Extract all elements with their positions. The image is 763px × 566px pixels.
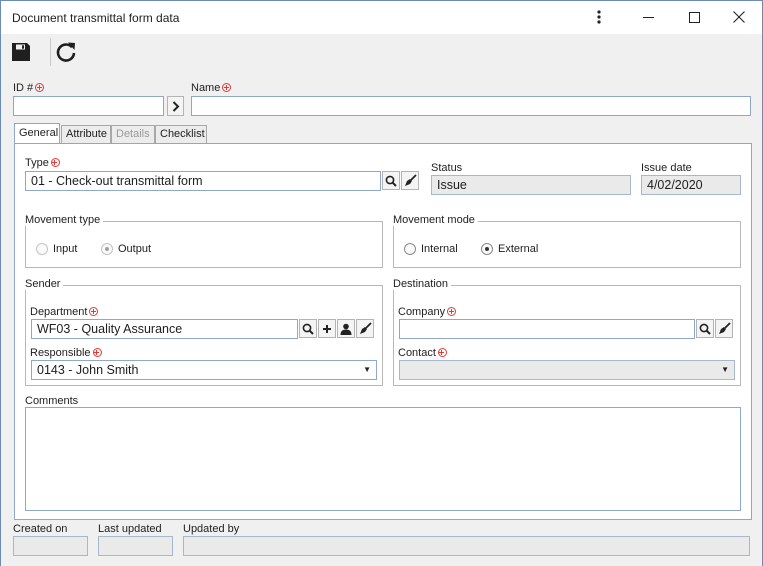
maximize-button[interactable] <box>671 1 717 33</box>
movement-type-group: Movement type Input Output <box>25 214 383 268</box>
id-input[interactable] <box>13 96 164 116</box>
required-icon <box>89 307 99 316</box>
comments-label: Comments <box>25 395 79 407</box>
tab-attribute[interactable]: Attribute <box>61 125 111 143</box>
broom-icon <box>718 322 731 334</box>
title-bar: Document transmittal form data <box>1 1 762 34</box>
required-icon <box>92 348 102 357</box>
general-tab-panel: Type 01 - Check-out transmittal form Sta… <box>14 143 752 520</box>
destination-title: Destination <box>393 278 452 290</box>
updated-by-label: Updated by <box>183 523 240 535</box>
search-icon <box>385 175 397 187</box>
contact-select[interactable] <box>399 360 735 380</box>
company-input[interactable] <box>399 319 695 339</box>
movement-mode-title: Movement mode <box>393 214 478 226</box>
sender-group: Sender Department WF03 - Quality Assuran… <box>25 278 383 386</box>
name-label: Name <box>191 82 232 94</box>
department-user-button[interactable] <box>337 319 355 338</box>
toolbar-separator <box>50 38 51 66</box>
tab-checklist[interactable]: Checklist <box>155 125 207 143</box>
movement-type-output-label: Output <box>118 243 152 255</box>
search-icon <box>699 323 711 335</box>
refresh-icon <box>56 42 76 62</box>
comments-textarea[interactable] <box>25 407 741 511</box>
more-vertical-icon <box>597 10 601 24</box>
name-input[interactable] <box>191 96 751 116</box>
department-clear-button[interactable] <box>356 319 374 338</box>
tab-general[interactable]: General <box>14 123 60 143</box>
window-title: Document transmittal form data <box>12 11 180 25</box>
more-options-button[interactable] <box>576 1 622 33</box>
department-search-button[interactable] <box>299 319 317 338</box>
status-field: Issue <box>431 175 631 195</box>
responsible-label: Responsible <box>30 347 102 359</box>
maximize-icon <box>688 11 700 23</box>
responsible-select[interactable]: 0143 - John Smith <box>31 360 377 380</box>
required-icon <box>447 307 457 316</box>
plus-icon <box>323 324 331 333</box>
updated-by-field <box>183 536 750 556</box>
required-icon <box>35 83 45 92</box>
company-label: Company <box>398 306 457 318</box>
type-label: Type <box>25 157 60 169</box>
next-id-button[interactable] <box>167 96 184 116</box>
tab-details[interactable]: Details <box>111 125 155 143</box>
type-search-button[interactable] <box>382 171 400 190</box>
required-icon <box>50 158 60 167</box>
required-icon <box>437 348 447 357</box>
status-label: Status <box>431 162 463 174</box>
last-updated-field <box>98 536 173 556</box>
movement-mode-external-label: External <box>498 243 539 255</box>
issue-date-label: Issue date <box>641 162 692 174</box>
department-input[interactable]: WF03 - Quality Assurance <box>31 319 298 339</box>
minimize-icon <box>642 16 654 18</box>
sender-title: Sender <box>25 278 64 290</box>
movement-type-input-radio[interactable] <box>36 243 48 255</box>
close-button[interactable] <box>716 1 762 33</box>
movement-mode-internal-radio[interactable] <box>404 243 416 255</box>
department-add-button[interactable] <box>318 319 336 338</box>
movement-type-output-radio[interactable] <box>101 243 113 255</box>
type-input[interactable]: 01 - Check-out transmittal form <box>25 171 381 191</box>
contact-label: Contact <box>398 347 447 359</box>
issue-date-field: 4/02/2020 <box>641 175 741 195</box>
destination-group: Destination Company Contact <box>393 278 741 386</box>
movement-mode-internal-label: Internal <box>421 243 458 255</box>
created-on-label: Created on <box>13 523 68 535</box>
movement-mode-external-radio[interactable] <box>481 243 493 255</box>
type-clear-button[interactable] <box>401 171 419 190</box>
chevron-right-icon <box>172 100 179 112</box>
department-label: Department <box>30 306 99 318</box>
broom-icon <box>359 322 372 334</box>
movement-mode-group: Movement mode Internal External <box>393 214 741 268</box>
last-updated-label: Last updated <box>98 523 162 535</box>
toolbar <box>1 34 762 70</box>
form-content: ID # Name General Attribute Details Chec… <box>1 70 762 566</box>
minimize-button[interactable] <box>625 1 671 33</box>
created-on-field <box>13 536 88 556</box>
movement-type-input-label: Input <box>53 243 78 255</box>
company-clear-button[interactable] <box>715 319 733 338</box>
user-icon <box>340 323 352 335</box>
save-icon <box>12 43 30 61</box>
refresh-button[interactable] <box>54 40 78 64</box>
id-label: ID # <box>13 82 45 94</box>
dialog-window: Document transmittal form data ID # Name… <box>0 0 763 566</box>
movement-type-title: Movement type <box>25 214 104 226</box>
search-icon <box>302 323 314 335</box>
required-icon <box>222 83 232 92</box>
close-icon <box>733 11 745 23</box>
save-button[interactable] <box>9 40 33 64</box>
broom-icon <box>404 174 417 186</box>
company-search-button[interactable] <box>696 319 714 338</box>
